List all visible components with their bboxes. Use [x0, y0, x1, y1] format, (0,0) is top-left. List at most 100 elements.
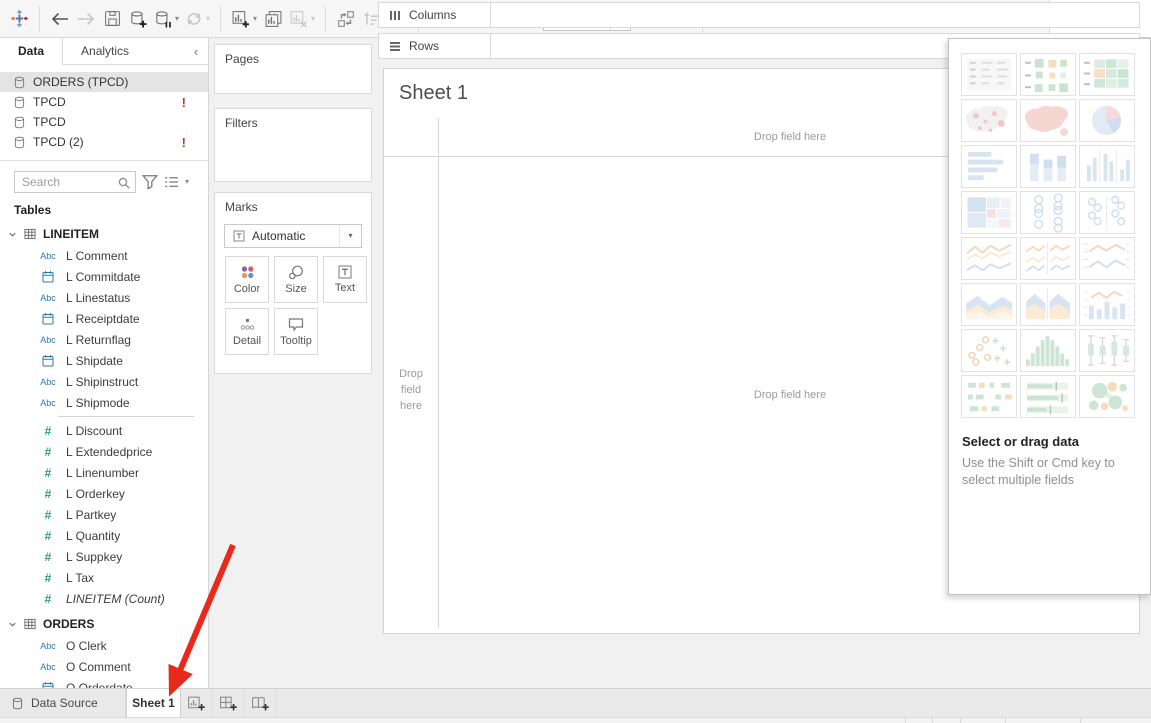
showme-heat-map-button[interactable]	[1020, 53, 1076, 96]
field-label: LINEITEM (Count)	[60, 592, 165, 606]
automatic-mark-type-icon	[233, 230, 245, 242]
pause-auto-updates-button[interactable]: ▾	[151, 5, 182, 33]
size-button[interactable]: Size	[274, 256, 318, 303]
new-worksheet-button[interactable]: ▾	[228, 5, 260, 33]
field-item[interactable]: #L Partkey	[0, 504, 208, 525]
view-as-list-button[interactable]: ▾	[164, 175, 189, 189]
columns-shelf-drop-area[interactable]	[491, 3, 1139, 27]
save-button[interactable]	[99, 5, 125, 33]
datasource-item[interactable]: TPCD!	[0, 92, 208, 112]
field-item[interactable]: #L Suppkey	[0, 546, 208, 567]
field-item[interactable]: L Receiptdate	[0, 308, 208, 329]
tab-data-source[interactable]: Data Source	[0, 689, 126, 717]
showme-histogram-button[interactable]	[1020, 329, 1076, 372]
showme-text-table-button[interactable]	[961, 53, 1017, 96]
table-header[interactable]: ORDERS	[0, 613, 208, 635]
new-dashboard-button[interactable]	[213, 689, 245, 717]
showme-continuous-area-button[interactable]	[961, 283, 1017, 326]
field-item[interactable]: O Orderdate	[0, 677, 208, 688]
field-item[interactable]: AbcO Comment	[0, 656, 208, 677]
filters-shelf[interactable]: Filters	[214, 108, 372, 182]
showme-dual-combination-button[interactable]	[1079, 283, 1135, 326]
showme-pie-chart-button[interactable]	[1079, 99, 1135, 142]
date-type-icon	[36, 354, 60, 367]
showme-gantt-button[interactable]	[961, 375, 1017, 418]
field-item[interactable]: AbcL Shipinstruct	[0, 371, 208, 392]
showme-circle-views-button[interactable]	[1020, 191, 1076, 234]
undo-button[interactable]	[47, 5, 73, 33]
table-header[interactable]: LINEITEM	[0, 223, 208, 245]
showme-scatter-plot-button[interactable]	[961, 329, 1017, 372]
mark-type-caret-icon[interactable]: ▾	[339, 225, 361, 247]
tab-sheet-1[interactable]: Sheet 1	[126, 689, 181, 717]
detail-button[interactable]: Detail	[225, 308, 269, 355]
showme-symbol-map-button[interactable]	[961, 99, 1017, 142]
duplicate-sheet-button[interactable]	[260, 5, 286, 33]
text-type-icon: Abc	[36, 662, 60, 672]
showme-discrete-area-button[interactable]	[1020, 283, 1076, 326]
field-label: L Returnflag	[60, 333, 131, 347]
showme-side-by-side-circles-button[interactable]	[1079, 191, 1135, 234]
field-item[interactable]: AbcO Clerk	[0, 635, 208, 656]
new-data-source-button[interactable]	[125, 5, 151, 33]
collapse-chevron-icon[interactable]	[8, 230, 17, 239]
datasource-item[interactable]: TPCD (2)!	[0, 132, 208, 152]
showme-packed-bubbles-button[interactable]	[1079, 375, 1135, 418]
collapse-chevron-icon[interactable]	[8, 620, 17, 629]
search-row: ▾	[0, 161, 208, 193]
showme-continuous-lines-button[interactable]	[961, 237, 1017, 280]
field-item[interactable]: #L Linenumber	[0, 462, 208, 483]
color-button[interactable]: Color	[225, 256, 269, 303]
columns-shelf: Columns	[378, 2, 1140, 28]
field-item[interactable]: AbcL Linestatus	[0, 287, 208, 308]
pause-auto-updates-caret-icon[interactable]: ▾	[175, 14, 179, 23]
field-item[interactable]: L Shipdate	[0, 350, 208, 371]
clear-sheet-button: ▾	[286, 5, 318, 33]
drop-field-left[interactable]: Drop field here	[391, 366, 431, 414]
redo-button[interactable]	[73, 5, 99, 33]
showme-filled-map-button[interactable]	[1020, 99, 1076, 142]
field-label: L Orderkey	[60, 487, 125, 501]
text-button[interactable]: Text	[323, 256, 367, 303]
new-worksheet-tab-button[interactable]	[181, 689, 213, 717]
field-item[interactable]: #LINEITEM (Count)	[0, 588, 208, 609]
show-me-hint: Use the Shift or Cmd key to select multi…	[949, 449, 1150, 489]
collapse-pane-button[interactable]: ‹	[184, 38, 208, 64]
field-item[interactable]: #L Orderkey	[0, 483, 208, 504]
showme-horizontal-bars-button[interactable]	[961, 145, 1017, 188]
showme-highlight-table-button[interactable]	[1079, 53, 1135, 96]
text-type-icon: Abc	[36, 641, 60, 651]
field-item[interactable]: L Commitdate	[0, 266, 208, 287]
showme-dual-lines-button[interactable]	[1079, 237, 1135, 280]
showme-box-and-whisker-button[interactable]	[1079, 329, 1135, 372]
datasource-name: TPCD	[33, 95, 66, 109]
showme-treemap-button[interactable]	[961, 191, 1017, 234]
toolbar-divider	[39, 6, 40, 32]
filter-icon[interactable]	[142, 174, 158, 190]
datasource-item[interactable]: ORDERS (TPCD)	[0, 72, 208, 92]
new-worksheet-caret-icon[interactable]: ▾	[253, 14, 257, 23]
highlight-table-icon	[1080, 54, 1134, 95]
field-item[interactable]: #L Extendedprice	[0, 441, 208, 462]
mark-type-dropdown[interactable]: Automatic ▾	[224, 224, 362, 248]
showme-stacked-bars-button[interactable]	[1020, 145, 1076, 188]
dual-lines-icon	[1080, 238, 1134, 279]
tooltip-button[interactable]: Tooltip	[274, 308, 318, 355]
datasource-item[interactable]: TPCD	[0, 112, 208, 132]
showme-bullet-graph-button[interactable]	[1020, 375, 1076, 418]
showme-discrete-lines-button[interactable]	[1020, 237, 1076, 280]
field-item[interactable]: #L Discount	[0, 420, 208, 441]
error-badge: !	[182, 95, 186, 110]
field-item[interactable]: AbcL Shipmode	[0, 392, 208, 413]
field-item[interactable]: #L Tax	[0, 567, 208, 588]
tab-analytics[interactable]: Analytics	[62, 38, 147, 64]
field-item[interactable]: AbcL Comment	[0, 245, 208, 266]
field-item[interactable]: #L Quantity	[0, 525, 208, 546]
new-story-button[interactable]	[245, 689, 277, 717]
field-item[interactable]: AbcL Returnflag	[0, 329, 208, 350]
showme-side-by-side-bars-button[interactable]	[1079, 145, 1135, 188]
pages-shelf[interactable]: Pages	[214, 44, 372, 94]
number-type-icon: #	[36, 571, 60, 585]
swap-rows-columns-button[interactable]	[333, 5, 359, 33]
tab-data[interactable]: Data	[0, 38, 62, 65]
